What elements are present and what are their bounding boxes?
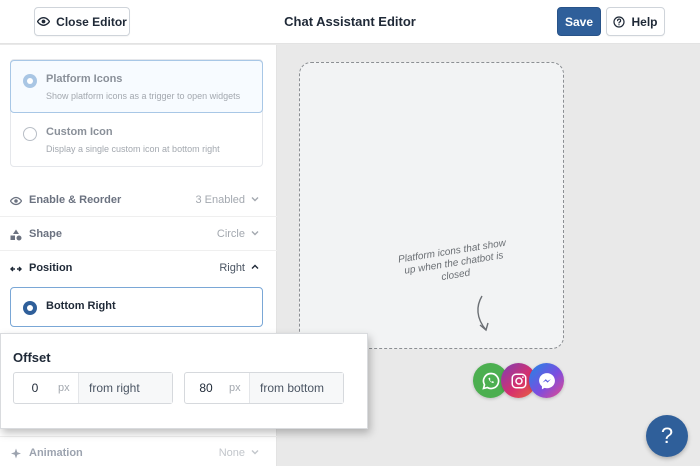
section-value: Right (219, 262, 245, 274)
chevron-down-icon (251, 197, 259, 202)
section-label: Animation (29, 447, 83, 459)
section-value: Circle (216, 228, 245, 240)
offset-right-unit: px (58, 382, 70, 394)
offset-bottom-field[interactable]: 80 px from bottom (184, 372, 344, 404)
option-title: Bottom Right (46, 300, 116, 312)
offset-right-input[interactable]: 0 (14, 373, 56, 403)
shapes-icon (10, 229, 22, 241)
option-bottom-right[interactable]: Bottom Right (10, 287, 263, 327)
option-title: Platform Icons (46, 73, 123, 85)
radio-platform-icons[interactable] (23, 74, 37, 88)
offset-right-label: from right (78, 373, 172, 403)
messenger-icon[interactable] (529, 363, 564, 398)
top-bar: Close Editor Chat Assistant Editor Save … (0, 0, 700, 44)
offset-panel: Offset 0 px from right 80 px from bottom (0, 333, 368, 429)
option-custom-icon[interactable]: Custom Icon Display a single custom icon… (11, 114, 264, 168)
question-circle-icon (613, 15, 626, 28)
offset-bottom-label: from bottom (249, 373, 343, 403)
save-label: Save (564, 14, 594, 29)
offset-title: Offset (13, 350, 51, 365)
option-description: Display a single custom icon at bottom r… (46, 144, 220, 154)
chevron-up-icon (251, 264, 259, 269)
radio-bottom-right[interactable] (23, 301, 37, 315)
chevron-down-icon (251, 231, 259, 236)
eye-icon (37, 17, 51, 26)
section-value: None (218, 447, 245, 459)
help-label: Help (631, 14, 658, 29)
help-fab-label: ? (660, 423, 674, 448)
eye-icon (10, 196, 22, 206)
trigger-radio-group: Platform Icons Show platform icons as a … (10, 59, 263, 167)
chatbot-preview-frame (299, 62, 564, 349)
section-animation[interactable]: Animation None (0, 436, 277, 466)
sparkle-icon (11, 448, 21, 459)
section-label: Shape (29, 228, 63, 240)
close-editor-label: Close Editor (56, 14, 127, 29)
page-title: Chat Assistant Editor (284, 14, 416, 29)
offset-bottom-input[interactable]: 80 (185, 373, 227, 403)
section-shape[interactable]: Shape Circle (0, 218, 277, 251)
section-value: 3 Enabled (195, 194, 245, 206)
position-icon (10, 266, 22, 272)
section-label: Position (29, 262, 73, 274)
help-button[interactable]: Help (606, 7, 665, 36)
offset-bottom-unit: px (229, 382, 241, 394)
chevron-down-icon (251, 450, 259, 455)
section-position[interactable]: Position Right (0, 252, 277, 286)
section-enable-reorder[interactable]: Enable & Reorder 3 Enabled (0, 184, 277, 217)
option-description: Show platform icons as a trigger to open… (46, 91, 241, 101)
save-button[interactable]: Save (557, 7, 601, 36)
option-platform-icons[interactable]: Platform Icons Show platform icons as a … (10, 60, 263, 113)
radio-custom-icon[interactable] (23, 127, 37, 141)
option-title: Custom Icon (46, 126, 113, 138)
offset-right-field[interactable]: 0 px from right (13, 372, 173, 404)
help-fab-button[interactable]: ? (646, 415, 688, 457)
close-editor-button[interactable]: Close Editor (34, 7, 130, 36)
curved-arrow-icon (477, 295, 489, 332)
section-label: Enable & Reorder (29, 194, 122, 206)
